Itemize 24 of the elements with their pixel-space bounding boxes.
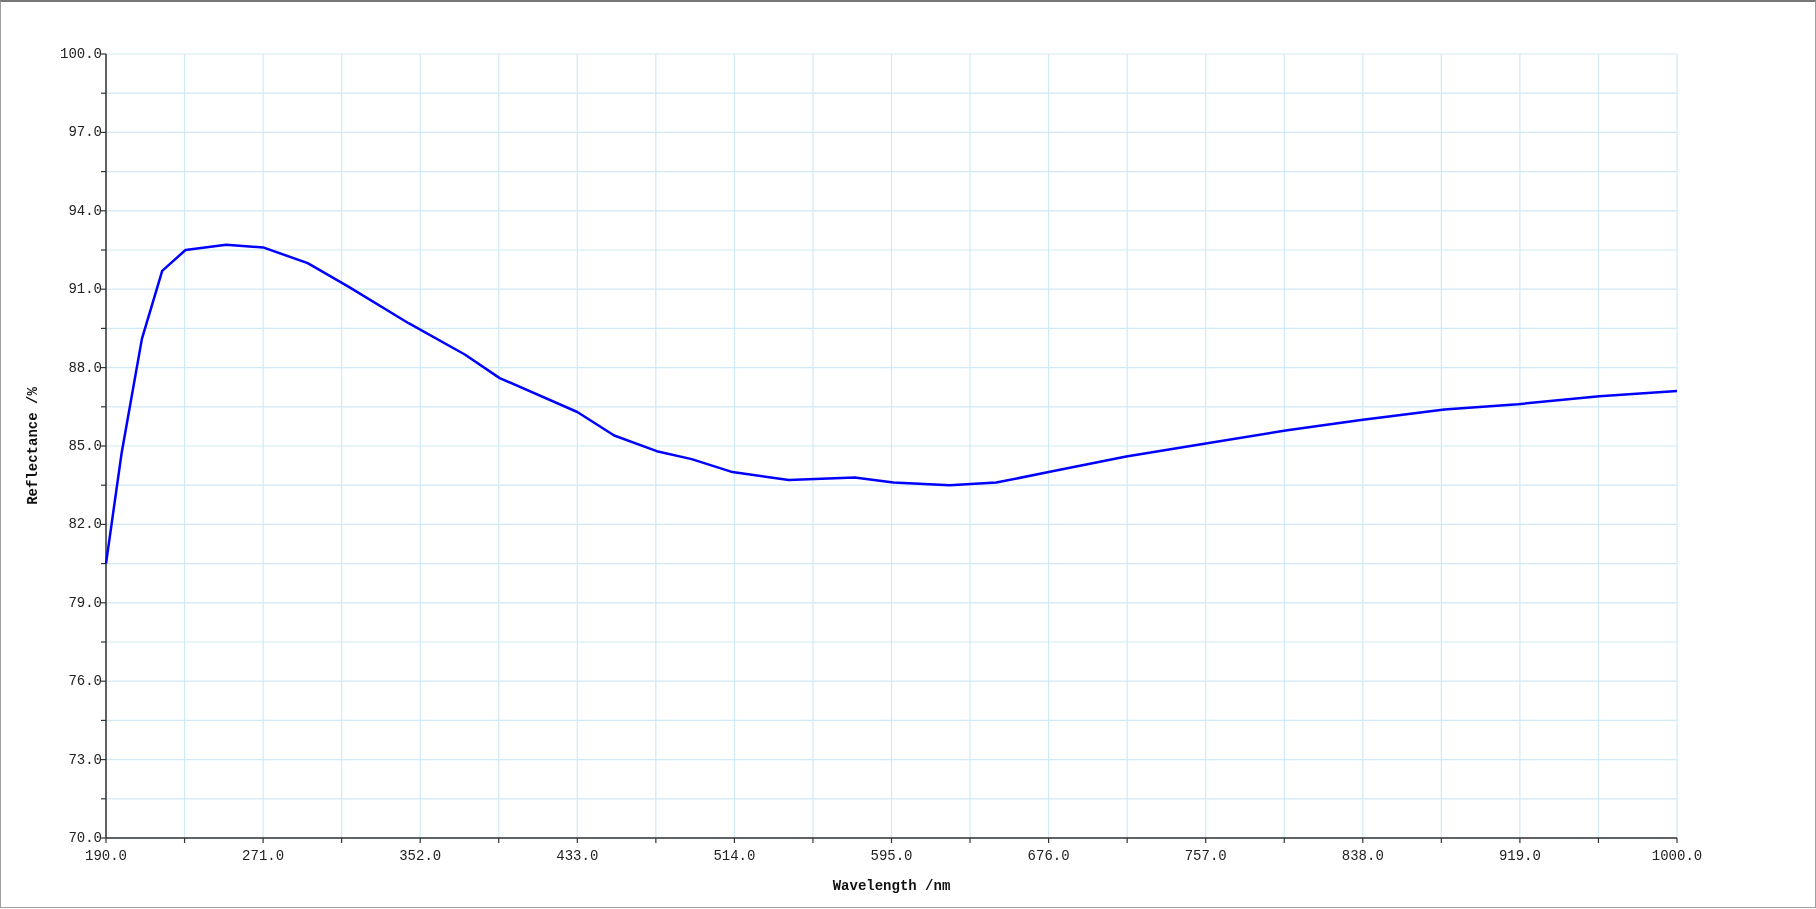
y-tick-label: 82.0 (68, 516, 102, 533)
y-axis-title: Reflectance /% (25, 387, 41, 505)
x-tick-label: 433.0 (556, 848, 599, 864)
y-tick-label: 94.0 (68, 202, 102, 219)
x-tick-label: 676.0 (1027, 848, 1070, 864)
y-tick-label: 91.0 (68, 281, 102, 298)
x-tick-label: 352.0 (399, 848, 442, 864)
y-tick-label: 73.0 (68, 751, 102, 768)
x-tick-label: 838.0 (1341, 848, 1384, 864)
y-tick-label: 76.0 (68, 673, 102, 690)
x-tick-label: 595.0 (870, 848, 913, 864)
x-tick-label: 919.0 (1498, 848, 1541, 864)
x-axis-title: Wavelength /nm (832, 878, 951, 894)
x-tick-label: 514.0 (713, 848, 756, 864)
y-tick-label: 88.0 (68, 359, 102, 376)
y-tick-label: 70.0 (68, 830, 102, 846)
x-tick-label: 271.0 (242, 848, 285, 864)
y-tick-label: 97.0 (68, 124, 102, 141)
y-tick-label: 79.0 (68, 594, 102, 611)
y-tick-label: 100.0 (60, 46, 102, 62)
x-tick-label: 757.0 (1184, 848, 1227, 864)
x-tick-label: 1000.0 (1651, 848, 1703, 864)
y-tick-label: 85.0 (68, 438, 102, 454)
x-tick-label: 190.0 (85, 848, 127, 864)
